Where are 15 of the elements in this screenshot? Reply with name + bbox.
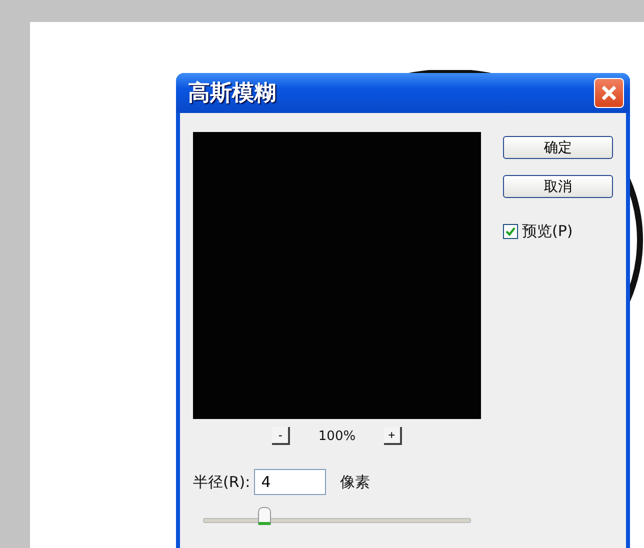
cancel-button[interactable]: 取消	[503, 175, 613, 198]
zoom-level: 100%	[318, 428, 356, 444]
unit-label: 像素	[340, 472, 370, 492]
slider-thumb[interactable]	[258, 507, 271, 525]
dialog-title: 高斯模糊	[188, 80, 276, 108]
ok-button[interactable]: 确定	[503, 136, 613, 159]
zoom-out-button[interactable]: -	[272, 427, 290, 445]
radius-field[interactable]: 4	[254, 469, 326, 495]
zoom-in-button[interactable]: +	[384, 427, 402, 445]
close-icon	[600, 84, 618, 102]
close-button[interactable]	[594, 78, 624, 108]
radius-label: 半径(R):	[193, 472, 250, 492]
preview-label: 预览(P)	[522, 222, 573, 241]
radius-slider[interactable]	[203, 507, 471, 525]
preview-checkbox[interactable]	[503, 224, 518, 239]
